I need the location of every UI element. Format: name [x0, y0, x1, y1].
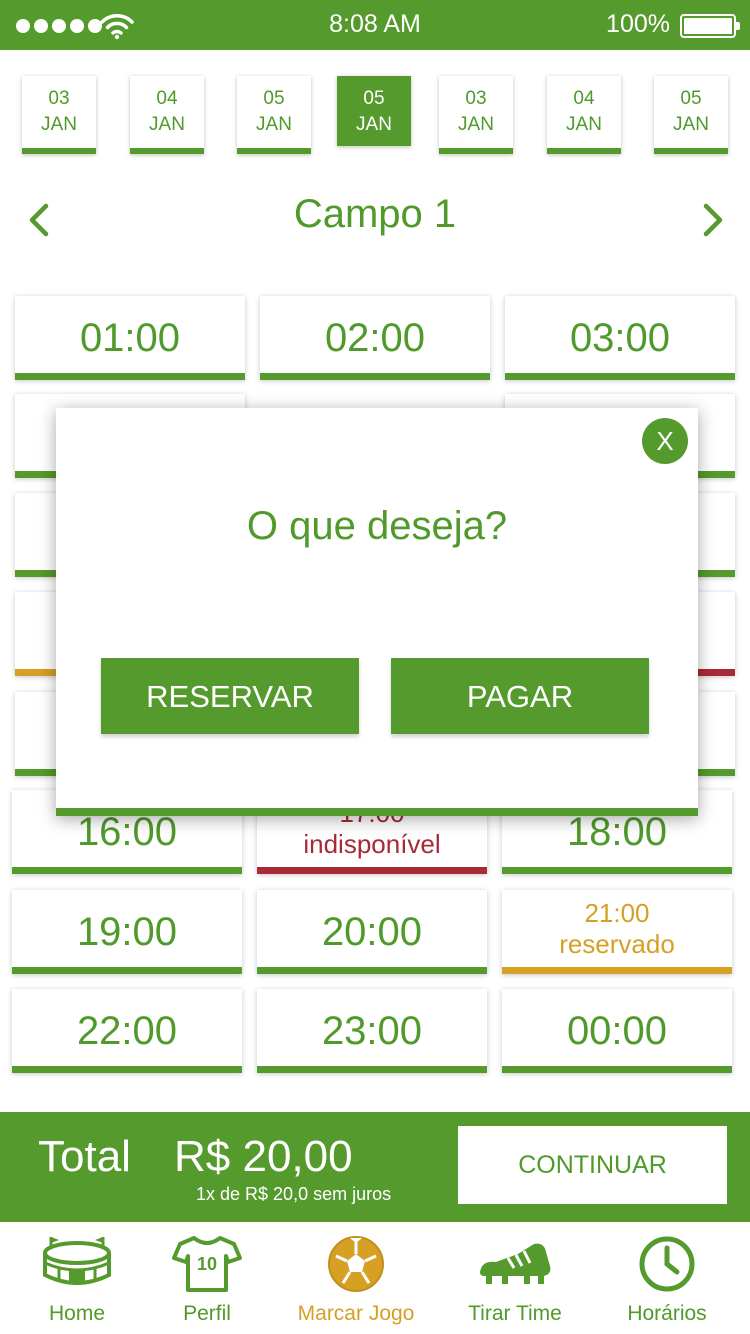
date-month: JAN [673, 114, 709, 135]
date-item[interactable]: 04 JAN [547, 76, 621, 154]
total-bar: Total R$ 20,00 1x de R$ 20,0 sem juros C… [0, 1112, 750, 1222]
status-bar: 8:08 AM 100% [0, 0, 750, 50]
nav-label: Home [48, 1302, 106, 1325]
slot-time: 19:00 [76, 910, 178, 954]
time-slot[interactable]: 01:00 [15, 296, 245, 380]
date-day: 05 [263, 88, 285, 109]
date-item[interactable]: 04 JAN [130, 76, 204, 154]
chevron-right-icon [703, 203, 723, 237]
nav-item-tirar-time[interactable]: Tirar Time [440, 1222, 590, 1334]
time-slot[interactable]: 03:00 [505, 296, 735, 380]
total-price: R$ 20,00 [174, 1132, 353, 1181]
slot-time: 03:00 [569, 316, 671, 360]
time-slot[interactable]: 22:00 [12, 989, 242, 1073]
nav-item-marcar-jogo[interactable]: Marcar Jogo [281, 1222, 431, 1334]
time-slot[interactable]: 00:00 [502, 989, 732, 1073]
nav-label: Tirar Time [468, 1302, 562, 1325]
total-label: Total [38, 1132, 131, 1181]
date-day: 03 [48, 88, 70, 109]
slot-time: 22:00 [76, 1009, 178, 1053]
close-modal-button[interactable]: X [642, 418, 688, 464]
bottom-nav: Home 10 Perfil Marcar Jogo Tirar Time Ho… [0, 1222, 750, 1334]
svg-text:10: 10 [197, 1254, 217, 1274]
date-month: JAN [566, 114, 602, 135]
date-month: JAN [41, 114, 77, 135]
slot-time: 16:00 [76, 810, 178, 854]
soccer-ball-icon [328, 1236, 384, 1292]
installments-text: 1x de R$ 20,0 sem juros [196, 1184, 392, 1204]
reserve-button[interactable]: RESERVAR [101, 658, 359, 734]
time-slot[interactable]: 20:00 [257, 890, 487, 974]
slot-time: 18:00 [566, 810, 668, 854]
slot-time: 21:00 [584, 897, 650, 928]
cleat-icon [480, 1243, 551, 1284]
slot-status: reservado [559, 929, 675, 959]
date-item-selected[interactable]: 05 JAN [337, 76, 411, 146]
time-slot-reserved[interactable]: 21:00 reservado [502, 890, 732, 974]
clock-icon [639, 1236, 695, 1292]
date-day: 03 [465, 88, 487, 109]
date-day: 04 [573, 88, 595, 109]
slot-time: 02:00 [324, 316, 426, 360]
date-item[interactable]: 05 JAN [654, 76, 728, 154]
date-month: JAN [458, 114, 494, 135]
slot-time: 23:00 [321, 1009, 423, 1053]
time-slot[interactable]: 23:00 [257, 989, 487, 1073]
jersey-icon: 10 [172, 1236, 242, 1292]
nav-item-home[interactable]: Home [2, 1222, 152, 1334]
time-slot[interactable]: 19:00 [12, 890, 242, 974]
slot-status: indisponível [303, 829, 441, 859]
date-month: JAN [356, 114, 392, 135]
slot-time: 01:00 [79, 316, 181, 360]
battery-icon [680, 14, 740, 38]
stadium-icon [43, 1237, 111, 1285]
date-month: JAN [256, 114, 292, 135]
slot-time: 20:00 [321, 910, 423, 954]
pay-button[interactable]: PAGAR [391, 658, 649, 734]
field-title: Campo 1 [293, 192, 457, 236]
next-field-button[interactable] [692, 200, 732, 240]
date-month: JAN [149, 114, 185, 135]
slot-time: 00:00 [566, 1009, 668, 1053]
nav-item-horarios[interactable]: Horários [592, 1222, 742, 1334]
date-item[interactable]: 03 JAN [22, 76, 96, 154]
date-day: 04 [156, 88, 178, 109]
action-modal: X O que deseja? RESERVAR PAGAR [56, 408, 698, 816]
nav-item-perfil[interactable]: 10 Perfil [132, 1222, 282, 1334]
nav-label: Perfil [183, 1302, 231, 1325]
modal-question: O que deseja? [246, 504, 508, 548]
date-day: 05 [363, 88, 385, 109]
time-slot[interactable]: 02:00 [260, 296, 490, 380]
date-item[interactable]: 05 JAN [237, 76, 311, 154]
date-item[interactable]: 03 JAN [439, 76, 513, 154]
nav-label: Marcar Jogo [297, 1302, 415, 1325]
date-day: 05 [680, 88, 702, 109]
battery-percentage: 100% [606, 10, 670, 38]
continue-button[interactable]: CONTINUAR [458, 1126, 727, 1204]
nav-label: Horários [627, 1302, 707, 1325]
